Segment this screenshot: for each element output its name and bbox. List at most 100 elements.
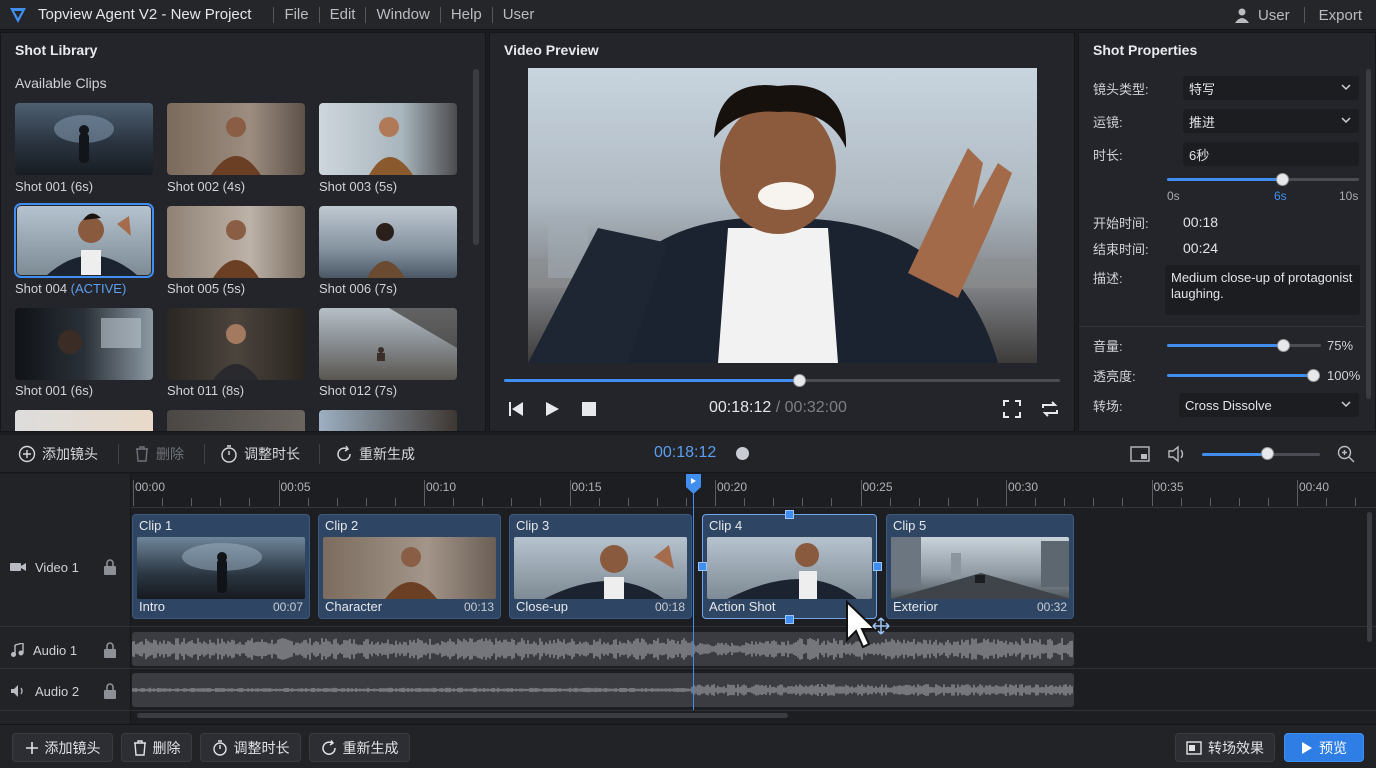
resize-handle-top[interactable] [785,510,794,519]
playhead-handle-icon[interactable] [686,474,701,494]
regenerate-button[interactable]: 重新生成 [335,444,415,464]
clip-end-time: 00:18 [654,600,685,614]
timeline-clip-2[interactable]: Clip 2 Character 00:13 [318,514,501,619]
duration-slider-knob[interactable] [1276,173,1289,186]
opacity-slider-knob[interactable] [1307,369,1320,382]
lock-icon[interactable] [103,559,117,575]
fullscreen-icon[interactable] [1002,399,1022,419]
timeline-marker-dot[interactable] [736,447,749,460]
timeline-clip-3[interactable]: Clip 3 Close-up 00:18 [509,514,692,619]
ruler-label: 00:40 [1299,480,1330,494]
snapshot-icon[interactable] [1130,445,1150,463]
clip-thumbnail[interactable] [319,103,457,175]
clip-label: Shot 005 (5s) [167,281,246,296]
menu-file[interactable]: File [284,6,308,23]
description-textarea[interactable]: Medium close-up of protagonist laughing. [1165,265,1360,315]
resize-handle-left[interactable] [698,562,707,571]
man-portrait-image [213,220,259,278]
end-time-row: 结束时间: 00:24 [1093,236,1359,260]
timeline-ruler[interactable]: 00:00 00:05 00:10 00:15 00:20 00:25 00:30 00:35… [131,474,1376,508]
lock-icon[interactable] [103,642,117,658]
stop-icon[interactable] [581,401,597,417]
user-menu-button[interactable]: User [1258,7,1290,24]
chevron-down-icon [1341,117,1351,124]
video-preview-panel: Video Preview 00:18:12 / 00:32:00 [489,32,1075,432]
clip-thumbnail[interactable] [15,410,153,431]
loop-icon[interactable] [1040,399,1060,419]
end-time-label: 结束时间: [1093,241,1149,257]
menu-window[interactable]: Window [376,6,429,23]
clip-thumbnail-active[interactable] [14,203,154,278]
library-scrollbar[interactable] [473,69,479,245]
transition-value: Cross Dissolve [1185,397,1272,413]
preview-progress-knob[interactable] [793,374,806,387]
preview-total-time: 00:32:00 [784,399,847,416]
zoom-in-icon[interactable] [1337,445,1355,463]
ruler-minor-tick [336,498,338,506]
add-shot-button[interactable]: 添加镜头 [18,444,98,464]
timeline-horizontal-scrollbar[interactable] [137,713,788,718]
zoom-slider-knob[interactable] [1261,447,1274,460]
resize-handle-bottom[interactable] [785,615,794,624]
clip-description: Exterior [893,599,938,614]
adjust-duration-bottom-label: 调整时长 [233,739,290,756]
delete-button-disabled[interactable]: 删除 [134,444,184,464]
clip-name: Clip 2 [325,518,359,533]
silhouette-figure-image [182,543,262,593]
ruler-minor-tick [1035,498,1037,506]
volume-icon[interactable] [1167,445,1187,463]
clip-thumbnail[interactable] [167,410,305,431]
timeline-vertical-scrollbar[interactable] [1367,512,1372,642]
lock-icon[interactable] [103,683,117,699]
user-icon[interactable] [1234,7,1250,23]
export-button[interactable]: Export [1319,7,1362,24]
plus-icon [25,741,38,754]
timeline-clip-1[interactable]: Clip 1 Intro 00:07 [132,514,310,619]
menu-help[interactable]: Help [451,6,482,23]
waveform-path [132,684,1073,696]
beach-figure-image [377,308,457,361]
clip-thumbnail[interactable] [319,308,457,380]
opacity-slider-fill [1167,374,1313,377]
transition-effects-label: 转场效果 [1208,739,1264,756]
ruler-minor-tick [1267,498,1269,506]
menu-divider [318,6,320,23]
menu-edit[interactable]: Edit [330,6,356,23]
clip-thumbnail[interactable] [167,308,305,380]
preview-current-time: 00:18:12 [709,399,772,416]
clip-thumbnail[interactable] [167,103,305,175]
camera-move-select[interactable]: 推进 [1183,109,1359,133]
audio-waveform [132,684,1073,696]
transition-select[interactable]: Cross Dissolve [1179,393,1359,417]
app-logo-icon [10,7,26,23]
shot-type-select[interactable]: 特写 [1183,76,1359,100]
transition-effects-button[interactable]: 转场效果 [1175,733,1275,762]
audio-clip-2[interactable] [132,673,1074,707]
play-icon[interactable] [544,401,560,417]
clip-thumbnail[interactable] [167,206,305,278]
properties-scrollbar[interactable] [1366,69,1371,399]
app-title: Topview Agent V2 - New Project [38,6,252,23]
audio-clip-1[interactable] [132,632,1074,666]
clip-thumbnail[interactable] [319,206,457,278]
timeline-clip-5[interactable]: Clip 5 Exterior 00:32 [886,514,1074,619]
add-circle-icon [18,445,36,463]
menu-user[interactable]: User [503,6,535,23]
resize-handle-right[interactable] [873,562,882,571]
adjust-duration-bottom-button[interactable]: 调整时长 [200,733,301,762]
skip-back-icon[interactable] [508,401,524,417]
add-shot-bottom-button[interactable]: 添加镜头 [12,733,113,762]
clip-thumbnail[interactable] [15,103,153,175]
clip-thumbnail[interactable] [319,410,457,431]
shot-properties-panel: Shot Properties 镜头类型: 特写 运镜: 推进 时长: 6秒 0… [1078,32,1376,432]
clip-thumbnail[interactable] [15,308,153,380]
volume-slider-knob[interactable] [1277,339,1290,352]
stopwatch-icon [212,739,227,756]
city-street-image [891,537,1069,599]
preview-button[interactable]: 预览 [1284,733,1364,762]
regenerate-bottom-button[interactable]: 重新生成 [309,733,410,762]
ruler-minor-tick [365,498,367,506]
delete-bottom-button[interactable]: 删除 [121,733,192,762]
adjust-duration-button[interactable]: 调整时长 [220,444,300,464]
duration-input[interactable]: 6秒 [1183,142,1359,166]
